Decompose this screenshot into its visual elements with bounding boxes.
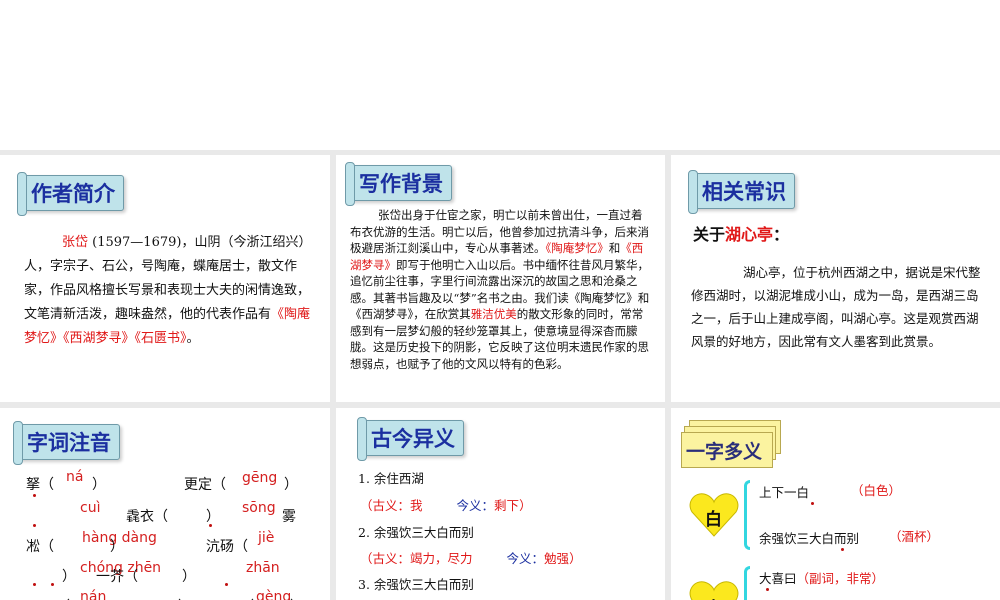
word: ） xyxy=(182,569,196,585)
ancient-meaning-2: （古义：竭力，尽力 今义：勉强） xyxy=(360,548,582,567)
bg-highlight: 雅洁优美 xyxy=(470,307,517,321)
pinyin: cuì xyxy=(80,500,101,516)
bg-and: 和 xyxy=(608,241,621,255)
knowledge-title: 相关常识 xyxy=(688,170,795,214)
close-paren: ） xyxy=(569,551,582,566)
pinyin-title: 字词注音 xyxy=(13,421,120,465)
pinyin: gēng xyxy=(242,470,278,486)
use-meaning: （副词，非常） xyxy=(796,571,885,586)
polysemy-meaning: （白色） xyxy=(851,483,902,498)
polysemy-title: 一字多义 xyxy=(681,432,773,468)
word: ） xyxy=(92,477,106,493)
background-panel[interactable]: 写作背景 张岱出身于仕宦之家，明亡以前未曾出仕，一直过着布衣优游的生活。明亡以后… xyxy=(336,155,665,402)
polysemy-use: 大喜曰（副词，非常） xyxy=(759,568,884,587)
author-name: 张岱 xyxy=(62,235,89,250)
brace-icon xyxy=(744,480,750,550)
about-label: 关于 xyxy=(693,225,726,244)
knowledge-panel[interactable]: 相关常识 关于湖心亭： 湖心亭，位于杭州西湖之中，据说是宋代整修西湖时，以湖泥堆… xyxy=(671,155,1000,402)
new-meaning: 剩下 xyxy=(494,498,520,513)
author-body: 张岱 (1597—1679)，山阴（今浙江绍兴）人，字宗子、石公，号陶庵，蝶庵居… xyxy=(24,231,314,351)
word: 拏（ xyxy=(26,477,54,493)
pinyin: sōng xyxy=(242,500,276,516)
author-panel[interactable]: 作者简介 张岱 (1597—1679)，山阴（今浙江绍兴）人，字宗子、石公，号陶… xyxy=(0,155,330,402)
polysemy-char: 白 xyxy=(705,510,722,530)
emphasis-dot xyxy=(209,524,212,527)
emphasis-dot xyxy=(33,494,36,497)
emphasis-dot xyxy=(811,502,814,505)
polysemy-panel[interactable]: 一字多义 白 上下一白 （白色） 余强饮三大白而别 （酒杯） 大 大喜曰（副词，… xyxy=(671,408,1000,600)
emphasis-dot xyxy=(33,583,36,586)
pinyin: gèng xyxy=(256,589,292,600)
background-title: 写作背景 xyxy=(345,162,452,206)
knowledge-body: 湖心亭，位于杭州西湖之中，据说是宋代整修西湖时，以湖泥堆成小山，成为一岛，是西湖… xyxy=(691,265,981,349)
new-meaning: 勉强 xyxy=(544,551,570,566)
emphasis-dot xyxy=(841,548,844,551)
old-label: （古义： xyxy=(360,498,411,513)
word: ） xyxy=(206,509,220,525)
author-end: 。 xyxy=(186,331,200,346)
author-title: 作者简介 xyxy=(17,172,124,216)
close-paren: ） xyxy=(519,498,532,513)
old-label: （古义： xyxy=(360,551,411,566)
pinyin: jiè xyxy=(258,530,275,546)
word: ） xyxy=(62,569,76,585)
word: （ xyxy=(240,596,254,600)
background-body: 张岱出身于仕宦之家，明亡以前未曾出仕，一直过着布衣优游的生活。明亡以后，他曾参加… xyxy=(350,207,652,372)
word: ） xyxy=(110,539,124,555)
pinyin: nán xyxy=(80,589,107,600)
blank-top-area xyxy=(0,0,1000,150)
new-label: 今义： xyxy=(456,498,495,513)
word: 更定（ xyxy=(184,477,226,493)
polysemy-char: 大 xyxy=(705,594,722,600)
pinyin: zhān xyxy=(246,560,280,576)
emphasis-dot xyxy=(33,524,36,527)
bg-work-1: 《陶庵梦忆》 xyxy=(545,241,609,255)
old-meaning: 我 xyxy=(410,498,423,513)
word: ） xyxy=(178,596,192,600)
polysemy-use: 上下一白 xyxy=(759,485,810,500)
word: ） xyxy=(284,477,298,493)
word: 沆砀（ xyxy=(206,539,248,555)
word: 凇（ xyxy=(26,539,54,555)
pinyin: ná xyxy=(66,469,84,485)
ancient-panel[interactable]: 古今异义 1. 余住西湖 （古义：我 今义：剩下） 2. 余强饮三大白而别 （古义… xyxy=(336,408,665,600)
emphasis-dot xyxy=(51,583,54,586)
topic: 湖心亭 xyxy=(725,225,774,244)
emphasis-dot xyxy=(766,588,769,591)
word: 一芥（ xyxy=(96,569,138,585)
word: ） xyxy=(290,596,304,600)
polysemy-use: 余强饮三大白而别 xyxy=(759,531,860,546)
ancient-meaning-1: （古义：我 今义：剩下） xyxy=(360,495,532,514)
word: （ xyxy=(56,596,70,600)
use-text: 大喜曰 xyxy=(759,571,797,586)
pinyin-panel[interactable]: 字词注音 拏（ ná ） 更定（ gēng ） cuì 毳衣（ ） sōng 雾… xyxy=(0,408,330,600)
new-label: 今义： xyxy=(506,551,545,566)
polysemy-meaning: （酒杯） xyxy=(889,529,940,544)
old-meaning: 竭力，尽力 xyxy=(410,551,473,566)
emphasis-dot xyxy=(225,583,228,586)
word: 毳衣（ xyxy=(126,509,168,525)
ancient-title: 古今异义 xyxy=(357,417,464,461)
ancient-item-3: 3. 余强饮三大白而别 xyxy=(358,577,474,592)
word: 雾 xyxy=(282,509,296,525)
ancient-item-2: 2. 余强饮三大白而别 xyxy=(358,525,474,540)
ancient-item-1: 1. 余住西湖 xyxy=(358,471,424,486)
colon: ： xyxy=(773,225,790,244)
knowledge-heading: 关于湖心亭： xyxy=(693,223,789,247)
brace-icon xyxy=(744,566,750,600)
